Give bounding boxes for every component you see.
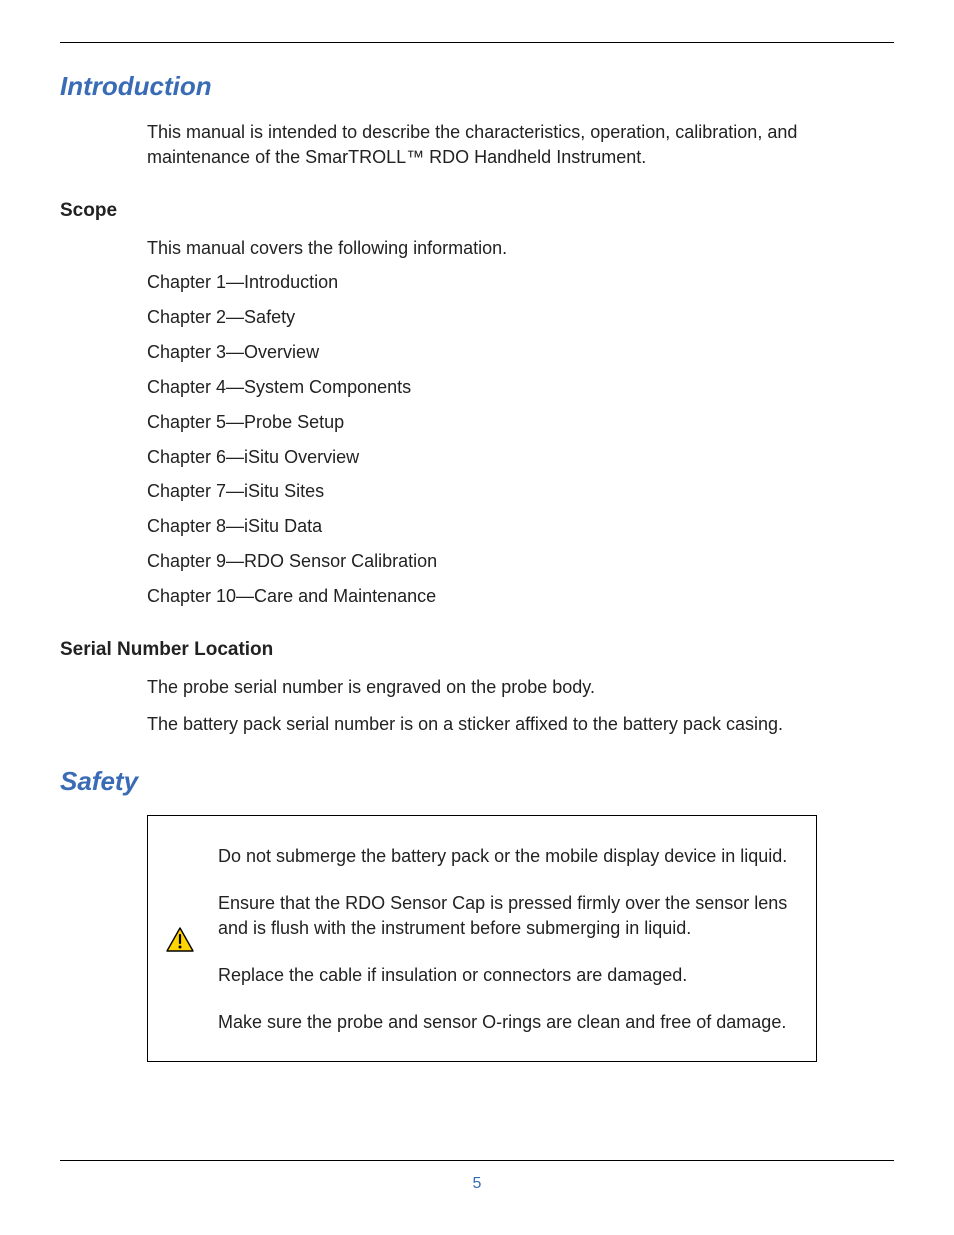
serial-paragraph-2: The battery pack serial number is on a s… (147, 712, 894, 737)
chapter-item: Chapter 7—iSitu Sites (147, 479, 894, 504)
page-number: 5 (60, 1175, 894, 1193)
chapter-item: Chapter 3—Overview (147, 340, 894, 365)
document-page: Introduction This manual is intended to … (0, 0, 954, 1235)
page-footer: 5 (60, 1160, 894, 1193)
chapter-item: Chapter 2—Safety (147, 305, 894, 330)
chapter-item: Chapter 10—Care and Maintenance (147, 584, 894, 609)
chapter-item: Chapter 4—System Components (147, 375, 894, 400)
chapter-item: Chapter 8—iSitu Data (147, 514, 894, 539)
safety-paragraph-3: Replace the cable if insulation or conne… (218, 963, 798, 988)
heading-safety: Safety (60, 766, 894, 797)
heading-serial-number-location: Serial Number Location (60, 639, 894, 661)
safety-callout-box: Do not submerge the battery pack or the … (147, 815, 817, 1061)
chapter-item: Chapter 9—RDO Sensor Calibration (147, 549, 894, 574)
bottom-horizontal-rule (60, 1160, 894, 1161)
heading-scope: Scope (60, 200, 894, 222)
safety-paragraph-1: Do not submerge the battery pack or the … (218, 844, 798, 869)
chapter-item: Chapter 6—iSitu Overview (147, 445, 894, 470)
scope-lead: This manual covers the following informa… (147, 236, 894, 261)
chapter-item: Chapter 5—Probe Setup (147, 410, 894, 435)
scope-body: This manual covers the following informa… (60, 236, 894, 609)
safety-paragraph-4: Make sure the probe and sensor O-rings a… (218, 1010, 798, 1035)
warning-icon (166, 927, 194, 958)
intro-paragraph: This manual is intended to describe the … (147, 120, 894, 170)
heading-introduction: Introduction (60, 71, 894, 102)
introduction-body: This manual is intended to describe the … (60, 120, 894, 170)
chapter-item: Chapter 1—Introduction (147, 270, 894, 295)
serial-body: The probe serial number is engraved on t… (60, 675, 894, 737)
top-horizontal-rule (60, 42, 894, 43)
safety-text-block: Do not submerge the battery pack or the … (218, 844, 798, 1040)
safety-paragraph-2: Ensure that the RDO Sensor Cap is presse… (218, 891, 798, 941)
serial-paragraph-1: The probe serial number is engraved on t… (147, 675, 894, 700)
